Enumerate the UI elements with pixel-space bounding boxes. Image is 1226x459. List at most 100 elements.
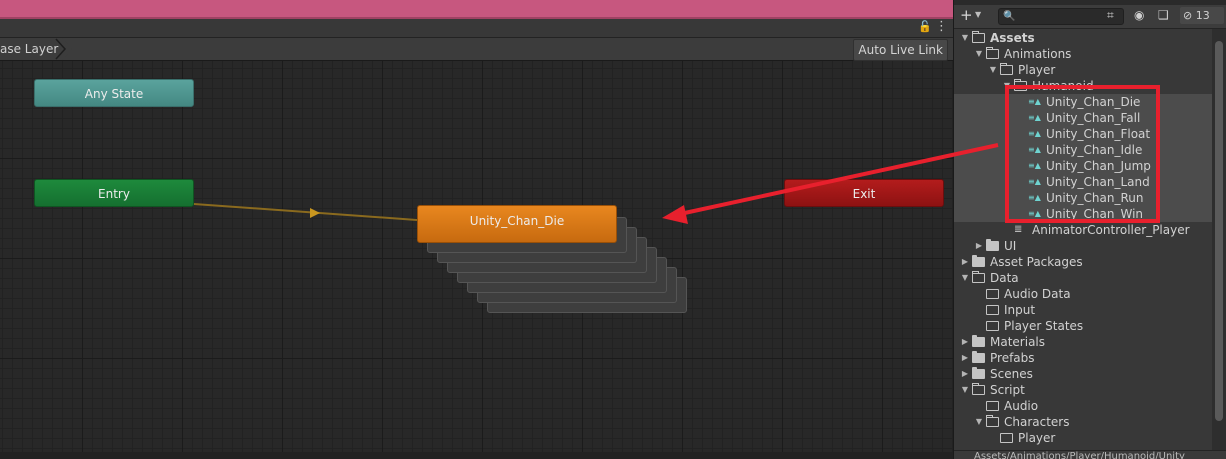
tree-item-label: Scenes: [990, 367, 1033, 381]
tree-item-label: Input: [1004, 303, 1036, 317]
search-by-type-icon[interactable]: ⌗: [1107, 8, 1114, 23]
animation-clip-icon: ≡▲: [1028, 145, 1041, 154]
any-state-node[interactable]: Any State: [34, 79, 194, 107]
tree-item[interactable]: ▼ Assets: [954, 30, 1212, 46]
tree-item-label: Prefabs: [990, 351, 1035, 365]
tree-item[interactable]: ▼ Animations: [954, 46, 1212, 62]
chevron-down-icon[interactable]: ▼: [960, 382, 970, 398]
filter-by-label-icon[interactable]: ❑: [1158, 8, 1169, 23]
tree-item-label: Materials: [990, 335, 1046, 349]
chevron-right-icon[interactable]: ▶: [974, 238, 984, 254]
filter-by-type-icon[interactable]: ◉: [1134, 8, 1144, 23]
animator-tab-bar: 🔓 ⋮: [0, 19, 953, 37]
animator-window: 🔓 ⋮ ase Layer Auto Live Link Any State E…: [0, 0, 953, 459]
lock-icon[interactable]: 🔓: [918, 21, 932, 33]
folder-open-icon: [1000, 63, 1013, 75]
folder-icon: [972, 335, 985, 347]
tree-item[interactable]: ▼ Player: [954, 62, 1212, 78]
vertical-scrollbar[interactable]: [1212, 29, 1226, 450]
tree-item[interactable]: Player States: [954, 318, 1212, 334]
chevron-down-icon[interactable]: ▼: [1002, 78, 1012, 94]
chevron-down-icon[interactable]: ▼: [975, 8, 981, 22]
tree-item-label: Unity_Chan_Land: [1046, 175, 1150, 189]
chevron-down-icon[interactable]: ▼: [960, 30, 970, 46]
chevron-down-icon[interactable]: ▼: [988, 62, 998, 78]
tree-item[interactable]: ≡▲ Unity_Chan_Float: [954, 126, 1212, 142]
tree-item-label: Player States: [1004, 319, 1084, 333]
folder-empty-icon: [986, 305, 999, 315]
search-input[interactable]: 🔍: [998, 8, 1124, 25]
tree-item-label: Unity_Chan_Run: [1046, 191, 1144, 205]
tree-item-label: Unity_Chan_Fall: [1046, 111, 1141, 125]
folder-icon: [972, 367, 985, 379]
breadcrumb-label: ase Layer: [0, 42, 59, 56]
tree-item[interactable]: ▶ UI: [954, 238, 1212, 254]
tree-item[interactable]: ≡▲ Unity_Chan_Jump: [954, 158, 1212, 174]
hidden-packages-toggle[interactable]: ⊘ 13: [1180, 7, 1224, 24]
chevron-down-icon[interactable]: ▼: [974, 46, 984, 62]
folder-open-icon: [986, 415, 999, 427]
tree-item-label: Animations: [1004, 47, 1072, 61]
chevron-right-icon[interactable]: ▶: [960, 350, 970, 366]
tree-item[interactable]: Player: [954, 430, 1212, 446]
auto-live-link-button[interactable]: Auto Live Link: [853, 39, 948, 61]
tree-item[interactable]: ▶ Scenes: [954, 366, 1212, 382]
folder-open-icon: [1014, 79, 1027, 91]
state-node-unity-chan-die[interactable]: Unity_Chan_Die: [417, 205, 617, 243]
chevron-down-icon[interactable]: ▼: [960, 270, 970, 286]
tree-item[interactable]: Input: [954, 302, 1212, 318]
exit-node[interactable]: Exit: [784, 179, 944, 207]
folder-empty-icon: [1000, 433, 1013, 443]
tree-item[interactable]: ▶ Prefabs: [954, 350, 1212, 366]
tree-item[interactable]: ▶ Asset Packages: [954, 254, 1212, 270]
chevron-right-icon[interactable]: ▶: [960, 366, 970, 382]
tree-item-label: Unity_Chan_Win: [1046, 207, 1144, 221]
animation-clip-icon: ≡▲: [1028, 177, 1041, 186]
tree-item[interactable]: ▶ Materials: [954, 334, 1212, 350]
tree-item-label: Unity_Chan_Jump: [1046, 159, 1151, 173]
tree-item-label: AnimatorController_Player: [1032, 223, 1190, 237]
layer-toolbar: ase Layer Auto Live Link: [0, 37, 953, 61]
entry-node[interactable]: Entry: [34, 179, 194, 207]
eye-slash-icon: ⊘: [1183, 9, 1193, 22]
tree-item[interactable]: ≡▲ Unity_Chan_Idle: [954, 142, 1212, 158]
more-menu-icon[interactable]: ⋮: [935, 20, 948, 34]
tree-item[interactable]: ▼ Data: [954, 270, 1212, 286]
tree-item[interactable]: ≣ AnimatorController_Player: [954, 222, 1212, 238]
tree-item-label: Unity_Chan_Float: [1046, 127, 1151, 141]
animation-clip-icon: ≡▲: [1028, 193, 1041, 202]
tree-item[interactable]: ≡▲ Unity_Chan_Die: [954, 94, 1212, 110]
tree-item[interactable]: Audio Data: [954, 286, 1212, 302]
tree-item[interactable]: ▼ Script: [954, 382, 1212, 398]
tree-item[interactable]: ≡▲ Unity_Chan_Fall: [954, 110, 1212, 126]
tree-item[interactable]: ≡▲ Unity_Chan_Win: [954, 206, 1212, 222]
tree-item[interactable]: ≡▲ Unity_Chan_Run: [954, 190, 1212, 206]
selected-path-bar: Assets/Animations/Player/Humanoid/Unity: [954, 450, 1226, 459]
chevron-right-icon[interactable]: ▶: [960, 254, 970, 270]
folder-empty-icon: [986, 321, 999, 331]
tree-item-label: UI: [1004, 239, 1017, 253]
scene-view-strip: [0, 0, 953, 17]
animation-clip-icon: ≡▲: [1028, 113, 1041, 122]
state-machine-graph[interactable]: Any State Entry Exit Unity_Chan_Die: [0, 61, 953, 459]
tree-item-label: Audio: [1004, 399, 1039, 413]
project-toolbar: + ▼ 🔍 ⌗ ◉ ❑ ⊘ 13: [954, 5, 1226, 29]
tree-item-label: Characters: [1004, 415, 1070, 429]
breadcrumb-separator: [55, 38, 67, 60]
chevron-right-icon[interactable]: ▶: [960, 334, 970, 350]
plus-icon[interactable]: +: [960, 6, 973, 24]
scrollbar-thumb[interactable]: [1215, 41, 1223, 421]
tree-item[interactable]: ▼ Humanoid: [954, 78, 1212, 94]
tree-item[interactable]: ≡▲ Unity_Chan_Land: [954, 174, 1212, 190]
project-folder-tree[interactable]: ▼ Assets ▼ Animations ▼ Player ▼ Humanoid ≡▲ Unit…: [954, 29, 1212, 450]
tree-item-label: Player: [1018, 431, 1056, 445]
tree-item-label: Data: [990, 271, 1019, 285]
tree-item-label: Unity_Chan_Die: [1046, 95, 1141, 109]
horizontal-scrollbar[interactable]: [0, 452, 953, 459]
tree-item[interactable]: ▼ Characters: [954, 414, 1212, 430]
tree-item-label: Assets: [990, 31, 1035, 45]
chevron-down-icon[interactable]: ▼: [974, 414, 984, 430]
tree-item-label: Unity_Chan_Idle: [1046, 143, 1143, 157]
folder-open-icon: [972, 271, 985, 283]
tree-item[interactable]: Audio: [954, 398, 1212, 414]
